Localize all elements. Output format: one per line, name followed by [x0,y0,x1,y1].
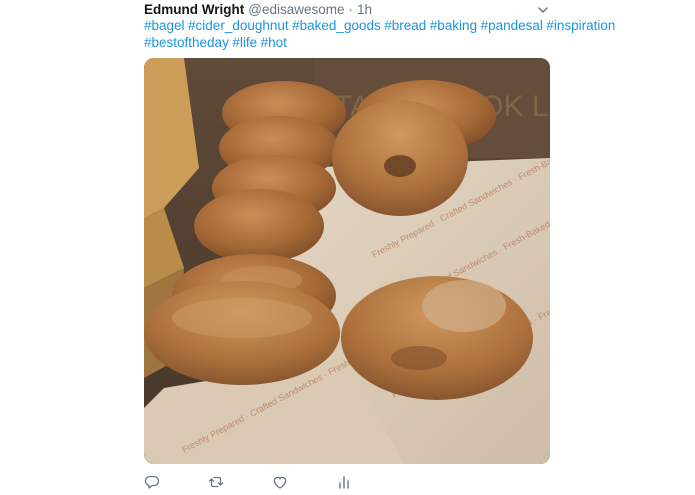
chevron-down-icon[interactable] [536,3,550,17]
hashtag-link[interactable]: #inspiration [546,18,615,33]
hashtag-link[interactable]: #life [232,35,257,50]
hashtag-link[interactable]: #bagel [144,18,185,33]
tweet-photo[interactable]: TASTE BOOK LIKE Freshly Prepared · Craft… [144,58,550,464]
hashtag-link[interactable]: #baking [430,18,477,33]
hashtag-link[interactable]: #pandesal [481,18,543,33]
hashtag-link[interactable]: #cider_doughnut [188,18,289,33]
analytics-icon[interactable] [336,474,354,492]
heart-icon[interactable] [272,474,290,492]
tweet-text: #bagel #cider_doughnut #baked_goods #bread #… [144,17,615,51]
hashtag-link[interactable]: #bread [384,18,426,33]
tweet-actions [144,474,364,492]
tweet: Edmund Wright @edisawesome · 1h #bagel #c… [0,0,695,494]
hashtag-link[interactable]: #hot [261,35,287,50]
reply-icon[interactable] [144,474,162,492]
hashtag-link[interactable]: #baked_goods [292,18,381,33]
hashtag-link[interactable]: #bestoftheday [144,35,229,50]
retweet-icon[interactable] [208,474,226,492]
